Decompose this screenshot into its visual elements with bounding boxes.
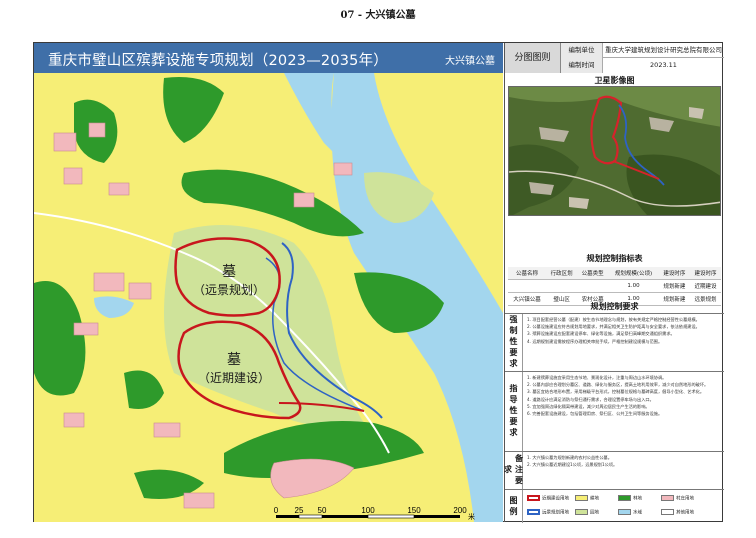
scale-bar-graphic: 0 25 50 100 150 200 米 bbox=[274, 506, 475, 521]
guidance-item: 4. 道路设计应满足消防与祭扫通行需求，合理设置停车场与出入口。 bbox=[527, 396, 654, 402]
guidance-section: 指导性要求 1. 新建殡葬设施宜采用生态节地、景观化设计，注重与周边山水环境协调… bbox=[505, 371, 724, 451]
legend-item-far-term: 远景规划用地 bbox=[527, 509, 569, 516]
mandatory-item: 1. 项目配套经营公墓（配建）按生态节地理念与规划，按有关规定严格控制经营性公墓… bbox=[527, 317, 700, 322]
mandatory-section: 强制性要求 1. 项目配套经营公墓（配建）按生态节地理念与规划，按有关规定严格控… bbox=[505, 313, 724, 371]
scale-unit: 米 bbox=[468, 512, 475, 521]
legend-item-orchard: 园地 bbox=[575, 509, 599, 516]
legend-text: 水域 bbox=[633, 510, 642, 516]
guidance-item: 1. 新建殡葬设施宜采用生态节地、景观化设计，注重与周边山水环境协调。 bbox=[527, 375, 667, 380]
guidance-item: 2. 公墓内部应合理划分墓区、道路、绿化与服务区，提高土地利用效率，减少对自然地… bbox=[527, 382, 709, 388]
notes-item: 2. 大兴镇公墓近期建设1公顷，远景规划1公顷。 bbox=[527, 462, 618, 468]
section-label: 分图图则 bbox=[505, 43, 561, 73]
legend-text: 林地 bbox=[633, 496, 642, 502]
compiler-row: 编制单位 重庆大学建筑规划设计研究总院有限公司 bbox=[561, 43, 724, 58]
plan-subtitle: 大兴镇公墓 bbox=[445, 56, 495, 67]
time-key: 编制时间 bbox=[561, 58, 603, 73]
index-header-cell: 建设时序 bbox=[658, 267, 690, 280]
compiler-value: 重庆大学建筑规划设计研究总院有限公司 bbox=[605, 46, 722, 54]
guidance-item: 6. 完善配套设施建设，包括管理用房、祭扫区、公共卫生间等服务设施。 bbox=[527, 411, 663, 417]
scale-tick-5: 200 bbox=[453, 507, 467, 515]
guidance-label: 指导性要求 bbox=[505, 372, 523, 451]
plan-title: 重庆市璧山区殡葬设施专项规划（2023—2035年） bbox=[48, 53, 389, 69]
legend-swatch-icon bbox=[661, 495, 674, 501]
index-row: 1.00 规划新建 近期建设 bbox=[508, 279, 721, 293]
index-header-cell: 建设时序 bbox=[689, 267, 721, 280]
satellite-canvas bbox=[509, 87, 720, 215]
index-cell: 规划新建 bbox=[658, 279, 690, 293]
legend-swatch-icon bbox=[618, 509, 631, 515]
legend-text: 村庄用地 bbox=[676, 496, 694, 502]
legend: 图例 近期建设用地 远景规划用地 耕地 林地 村庄用地 园地 水域 其他用地 bbox=[505, 489, 724, 523]
far-term-label-1: 墓 bbox=[222, 264, 236, 280]
legend-item-other: 其他用地 bbox=[661, 509, 694, 516]
guidance-item: 3. 墓区宜结合地形布置，采用梯级平台形式，控制墓位规格与墓碑高度，倡导小型化、… bbox=[527, 389, 705, 395]
legend-swatch-icon bbox=[575, 509, 588, 515]
legend-text: 近期建设用地 bbox=[542, 496, 569, 502]
index-table-title: 规划控制指标表 bbox=[586, 254, 643, 263]
index-cell bbox=[546, 279, 578, 293]
index-cell bbox=[508, 279, 547, 293]
legend-label: 图例 bbox=[505, 490, 523, 523]
legend-item-farmland: 耕地 bbox=[575, 495, 599, 502]
satellite-title: 卫星影像图 bbox=[594, 76, 635, 85]
legend-text: 耕地 bbox=[590, 496, 599, 502]
index-cell: 近期建设 bbox=[689, 279, 721, 293]
legend-swatch-icon bbox=[575, 495, 588, 501]
title-bar: 重庆市璧山区殡葬设施专项规划（2023—2035年） 大兴镇公墓 bbox=[34, 43, 503, 73]
legend-text: 园地 bbox=[590, 510, 599, 516]
legend-item-water: 水域 bbox=[618, 509, 642, 516]
mandatory-item: 2. 公墓设施建设应符合规划用地要求，并满足相关卫生防护距离与安全要求，依法依规… bbox=[527, 324, 700, 330]
notes-section: 备注要求 1. 大兴镇公墓为规划新建的农村公益性公墓。 2. 大兴镇公墓近期建设… bbox=[503, 451, 724, 489]
notes-label: 备注要求 bbox=[503, 452, 524, 489]
index-header-cell: 公墓类型 bbox=[577, 267, 609, 280]
far-term-label-2: （远景规划） bbox=[193, 282, 265, 297]
guidance-item: 5. 宜加强周边绿化隔离带建设，减少对周边居民生产生活的影响。 bbox=[527, 403, 650, 409]
mandatory-item: 3. 殡葬设施建设应配套建设停车、绿化等设施，满足祭扫高峰期交通组织需求。 bbox=[527, 331, 675, 337]
plan-sheet: 重庆市璧山区殡葬设施专项规划（2023—2035年） 大兴镇公墓 墓 （远景规划… bbox=[33, 42, 724, 523]
scale-tick-3: 100 bbox=[361, 507, 375, 515]
notes-item: 1. 大兴镇公墓为规划新建的农村公益性公墓。 bbox=[527, 455, 612, 460]
index-header-row: 公墓名称 行政区划 公墓类型 规划规模(公顷) 建设时序 建设时序 bbox=[508, 267, 721, 280]
scale-bar: 0 25 50 100 150 200 米 bbox=[272, 506, 502, 521]
legend-item-village: 村庄用地 bbox=[661, 495, 694, 502]
index-header-cell: 行政区划 bbox=[546, 267, 578, 280]
scale-tick-0: 0 bbox=[274, 507, 279, 515]
legend-swatch-icon bbox=[527, 495, 540, 501]
legend-swatch-icon bbox=[618, 495, 631, 501]
compiler-header: 分图图则 编制单位 重庆大学建筑规划设计研究总院有限公司 编制时间 2023.1… bbox=[505, 43, 724, 73]
near-term-label-1: 墓 bbox=[227, 352, 241, 368]
notes-items: 1. 大兴镇公墓为规划新建的农村公益性公墓。 2. 大兴镇公墓近期建设1公顷，远… bbox=[527, 455, 721, 469]
page-title: 07 - 大兴镇公墓 bbox=[340, 10, 416, 21]
index-header-cell: 公墓名称 bbox=[508, 267, 547, 280]
index-cell: 1.00 bbox=[608, 279, 659, 293]
mandatory-label: 强制性要求 bbox=[505, 314, 523, 371]
legend-text: 远景规划用地 bbox=[542, 510, 569, 516]
plan-sidebar: 分图图则 编制单位 重庆大学建筑规划设计研究总院有限公司 编制时间 2023.1… bbox=[503, 43, 724, 523]
main-map[interactable]: 墓 （远景规划） 墓 （近期建设） bbox=[34, 73, 503, 522]
legend-swatch-icon bbox=[527, 509, 540, 515]
time-value: 2023.11 bbox=[650, 61, 677, 69]
mandatory-items: 1. 项目配套经营公墓（配建）按生态节地理念与规划，按有关规定严格控制经营性公墓… bbox=[527, 317, 721, 346]
map-canvas: 墓 （远景规划） 墓 （近期建设） bbox=[34, 73, 503, 522]
scale-tick-1: 25 bbox=[295, 507, 304, 515]
scale-tick-2: 50 bbox=[318, 507, 327, 515]
legend-swatch-icon bbox=[661, 509, 674, 515]
index-header-cell: 规划规模(公顷) bbox=[608, 267, 659, 280]
index-cell bbox=[577, 279, 609, 293]
satellite-image[interactable] bbox=[508, 86, 721, 216]
legend-text: 其他用地 bbox=[676, 510, 694, 516]
legend-item-forest: 林地 bbox=[618, 495, 642, 502]
time-row: 编制时间 2023.11 bbox=[561, 58, 724, 73]
requirements-title: 规划控制要求 bbox=[590, 302, 639, 311]
guidance-items: 1. 新建殡葬设施宜采用生态节地、景观化设计，注重与周边山水环境协调。 2. 公… bbox=[527, 375, 721, 418]
scale-tick-4: 150 bbox=[407, 507, 421, 515]
mandatory-item: 4. 远期规划建设需按程序办理相关审批手续，严格控制建设规模与范围。 bbox=[527, 338, 663, 344]
compiler-key: 编制单位 bbox=[561, 43, 603, 58]
near-term-label-2: （近期建设） bbox=[198, 371, 270, 385]
legend-item-near-term: 近期建设用地 bbox=[527, 495, 569, 502]
